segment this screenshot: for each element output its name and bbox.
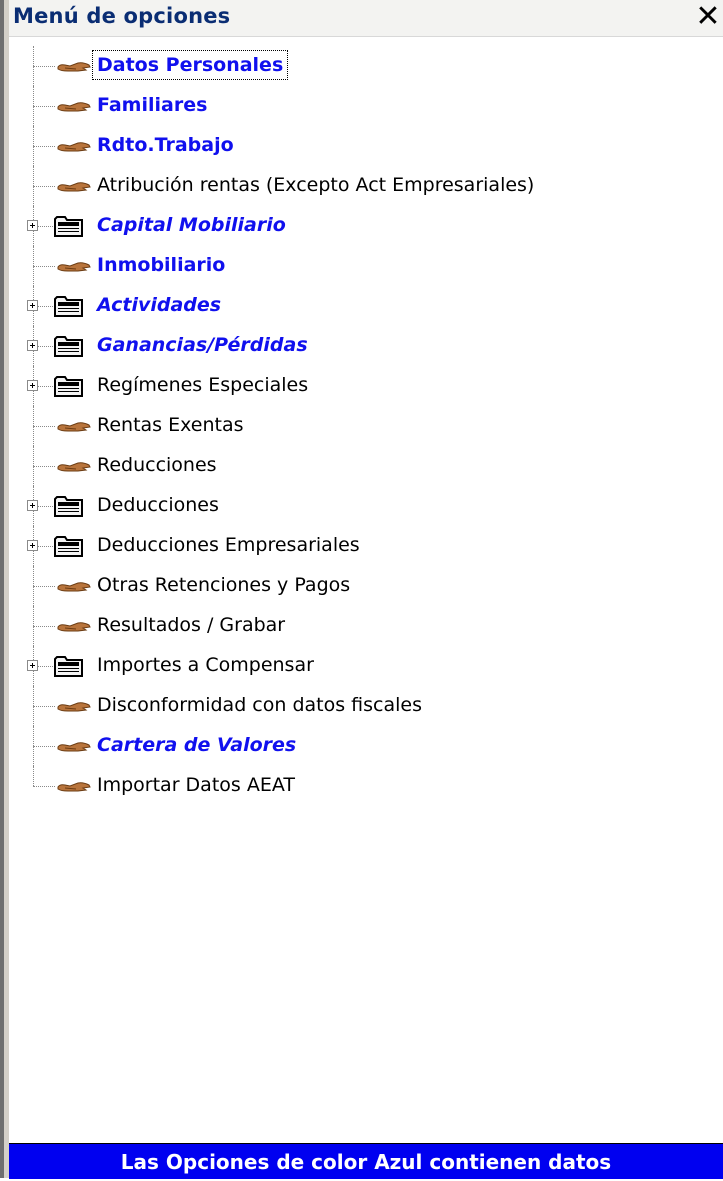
tree-item-label: Datos Personales (91, 50, 289, 80)
tree-item-label: Reducciones (97, 454, 217, 476)
tree-item-3[interactable]: Atribución rentas (Excepto Act Empresari… (9, 166, 723, 206)
pointing-hand-icon (56, 98, 92, 114)
tree-guide-branch (33, 426, 55, 427)
folder-icon (53, 653, 85, 679)
tree-item-label: Rdto.Trabajo (97, 134, 234, 156)
pointing-hand-icon (56, 458, 92, 474)
pointing-hand-icon (56, 738, 92, 754)
tree-item-7[interactable]: Ganancias/Pérdidas (9, 326, 723, 366)
tree-guide-branch (33, 746, 55, 747)
expand-plus-icon[interactable] (27, 220, 38, 231)
status-text: Las Opciones de color Azul contienen dat… (120, 1150, 612, 1174)
tree-item-label: Deducciones Empresariales (97, 534, 360, 556)
tree-item-label: Disconformidad con datos fiscales (97, 694, 422, 716)
folder-icon (53, 333, 85, 359)
expand-plus-icon[interactable] (27, 540, 38, 551)
tree-item-13[interactable]: Otras Retenciones y Pagos (9, 566, 723, 606)
tree-item-label: Regímenes Especiales (97, 374, 309, 396)
options-menu-panel: Menú de opciones ✕ Datos Personales Famil… (9, 0, 723, 1179)
tree-item-8[interactable]: Regímenes Especiales (9, 366, 723, 406)
folder-icon (53, 493, 85, 519)
tree-guide-branch (33, 106, 55, 107)
pointing-hand-icon (56, 778, 92, 794)
tree-guide-branch (33, 706, 55, 707)
folder-icon (53, 213, 85, 239)
tree-item-17[interactable]: Cartera de Valores (9, 726, 723, 766)
pointing-hand-icon (56, 698, 92, 714)
tree-item-18[interactable]: Importar Datos AEAT (9, 766, 723, 806)
expand-plus-icon[interactable] (27, 300, 38, 311)
tree-item-label: Resultados / Grabar (97, 614, 286, 636)
tree-item-label: Cartera de Valores (97, 734, 297, 756)
tree-guide-branch (33, 626, 55, 627)
tree-item-0[interactable]: Datos Personales (9, 46, 723, 86)
tree-item-6[interactable]: Actividades (9, 286, 723, 326)
tree-item-label: Actividades (97, 294, 222, 316)
folder-icon (53, 293, 85, 319)
folder-icon (53, 373, 85, 399)
tree-item-label: Rentas Exentas (97, 414, 244, 436)
tree-item-label: Capital Mobiliario (97, 214, 286, 236)
expand-plus-icon[interactable] (27, 340, 38, 351)
pointing-hand-icon (56, 618, 92, 634)
tree-guide-branch (33, 186, 55, 187)
tree-item-14[interactable]: Resultados / Grabar (9, 606, 723, 646)
pointing-hand-icon (56, 138, 92, 154)
expand-plus-icon[interactable] (27, 660, 38, 671)
tree-guide-branch (33, 266, 55, 267)
tree-item-16[interactable]: Disconformidad con datos fiscales (9, 686, 723, 726)
pointing-hand-icon (56, 258, 92, 274)
tree-guide-line (33, 766, 34, 786)
tree-item-5[interactable]: Inmobiliario (9, 246, 723, 286)
pointing-hand-icon (56, 58, 92, 74)
pointing-hand-icon (56, 178, 92, 194)
tree-guide-branch (33, 466, 55, 467)
tree-item-label: Atribución rentas (Excepto Act Empresari… (97, 174, 535, 196)
close-icon[interactable]: ✕ (695, 2, 721, 32)
folder-icon (53, 533, 85, 559)
tree-guide-branch (33, 786, 55, 787)
expand-plus-icon[interactable] (27, 500, 38, 511)
tree-item-label: Inmobiliario (97, 254, 226, 276)
panel-title: Menú de opciones (13, 4, 231, 28)
tree-guide-branch (33, 66, 55, 67)
expand-plus-icon[interactable] (27, 380, 38, 391)
tree-item-label: Importes a Compensar (97, 654, 314, 676)
tree-guide-branch (33, 146, 55, 147)
options-tree: Datos Personales Familiares Rdto.Trabajo At… (9, 46, 723, 806)
tree-item-11[interactable]: Deducciones (9, 486, 723, 526)
tree-item-label: Familiares (97, 94, 208, 116)
tree-item-2[interactable]: Rdto.Trabajo (9, 126, 723, 166)
tree-item-label: Otras Retenciones y Pagos (97, 574, 351, 596)
tree-item-15[interactable]: Importes a Compensar (9, 646, 723, 686)
tree-guide-branch (33, 586, 55, 587)
tree-item-10[interactable]: Reducciones (9, 446, 723, 486)
tree-item-label: Importar Datos AEAT (97, 774, 295, 796)
tree-item-12[interactable]: Deducciones Empresariales (9, 526, 723, 566)
tree-item-label: Ganancias/Pérdidas (97, 334, 308, 356)
tree-item-4[interactable]: Capital Mobiliario (9, 206, 723, 246)
tree-item-9[interactable]: Rentas Exentas (9, 406, 723, 446)
tree-item-1[interactable]: Familiares (9, 86, 723, 126)
pointing-hand-icon (56, 578, 92, 594)
status-bar: Las Opciones de color Azul contienen dat… (9, 1143, 723, 1179)
pointing-hand-icon (56, 418, 92, 434)
title-bar: Menú de opciones ✕ (9, 0, 723, 37)
tree-item-label: Deducciones (97, 494, 219, 516)
